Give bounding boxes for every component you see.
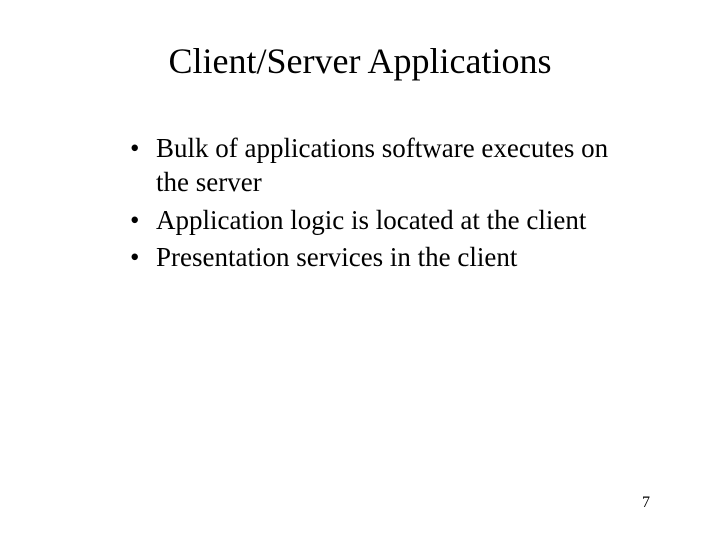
slide-title: Client/Server Applications	[60, 40, 660, 82]
list-item: Presentation services in the client	[130, 241, 620, 275]
page-number: 7	[642, 494, 650, 512]
list-item: Bulk of applications software executes o…	[130, 132, 620, 200]
slide-container: Client/Server Applications Bulk of appli…	[0, 0, 720, 540]
bullet-list: Bulk of applications software executes o…	[60, 132, 660, 275]
list-item: Application logic is located at the clie…	[130, 204, 620, 238]
